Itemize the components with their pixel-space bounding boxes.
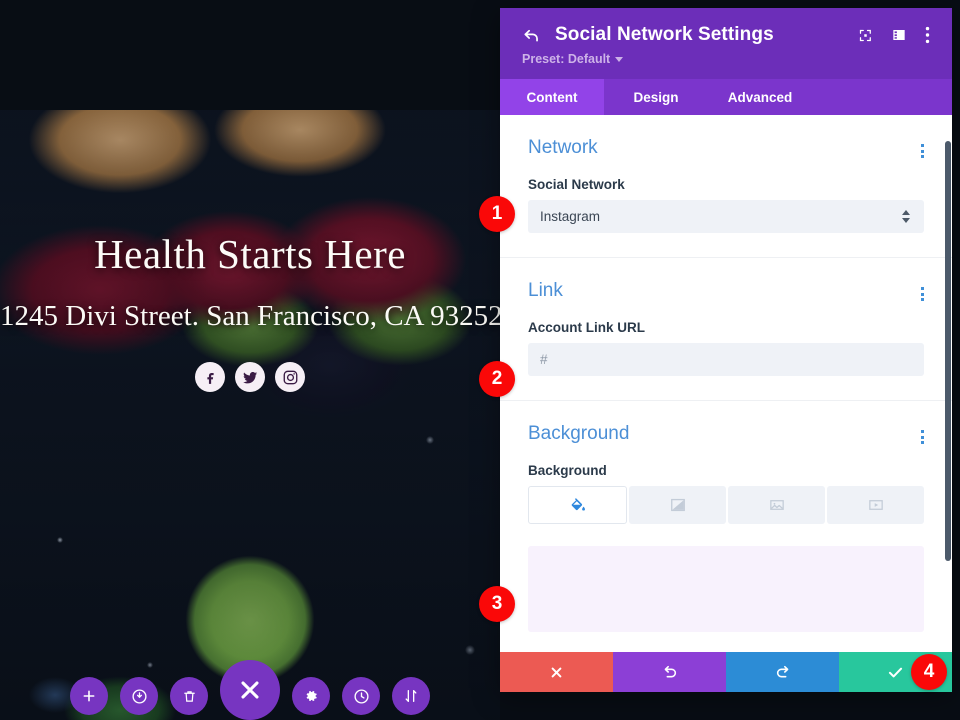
back-arrow-icon[interactable] bbox=[522, 26, 541, 45]
close-icon bbox=[551, 667, 562, 677]
kebab-menu-icon[interactable] bbox=[925, 26, 930, 44]
divi-toolbar-history-button[interactable] bbox=[342, 677, 380, 715]
settings-modal: Social Network Settings Preset: Default … bbox=[500, 8, 952, 692]
section-title-link: Link bbox=[528, 280, 563, 301]
section-background: Background Background bbox=[500, 401, 952, 652]
account-link-url-input[interactable]: # bbox=[528, 343, 924, 376]
section-network: Network Social Network Instagram bbox=[500, 115, 952, 258]
chevron-down-icon bbox=[615, 56, 624, 62]
section-kebab-icon-network[interactable] bbox=[921, 137, 924, 158]
section-kebab-icon-link[interactable] bbox=[921, 280, 924, 301]
check-icon bbox=[888, 667, 903, 677]
callout-badge-4: 4 bbox=[911, 654, 947, 690]
social-icon-instagram[interactable] bbox=[275, 362, 305, 392]
power-icon bbox=[131, 688, 147, 704]
page-title: Health Starts Here bbox=[94, 231, 406, 277]
modal-header: Social Network Settings Preset: Default bbox=[500, 8, 952, 79]
modal-header-icons bbox=[858, 26, 930, 44]
screen: Health Starts Here 1245 Divi Street. San… bbox=[0, 0, 960, 720]
scrollbar-thumb[interactable] bbox=[945, 141, 951, 561]
paint-bucket-icon bbox=[571, 498, 585, 511]
divi-builder-toolbar bbox=[0, 658, 500, 720]
social-follow-row bbox=[0, 362, 500, 392]
hero-section: Health Starts Here 1245 Divi Street. San… bbox=[0, 110, 500, 720]
preset-selector[interactable]: Preset: Default bbox=[522, 52, 624, 66]
label-social-network: Social Network bbox=[528, 177, 625, 192]
twitter-icon bbox=[243, 371, 258, 384]
background-tab-gradient[interactable] bbox=[629, 486, 726, 524]
sort-icon bbox=[405, 690, 417, 702]
tab-content[interactable]: Content bbox=[500, 79, 604, 115]
gradient-icon bbox=[670, 498, 685, 512]
background-tab-color[interactable] bbox=[528, 486, 627, 524]
background-tab-video[interactable] bbox=[827, 486, 924, 524]
hero-text-block: Health Starts Here 1245 Divi Street. San… bbox=[0, 230, 500, 392]
tab-design[interactable]: Design bbox=[604, 79, 708, 115]
modal-tabs: Content Design Advanced bbox=[500, 79, 952, 115]
section-link: Link Account Link URL # bbox=[500, 258, 952, 401]
divi-toolbar-power-button[interactable] bbox=[120, 677, 158, 715]
gear-icon bbox=[306, 690, 317, 702]
background-tab-image[interactable] bbox=[728, 486, 825, 524]
facebook-icon bbox=[206, 372, 214, 384]
undo-button[interactable] bbox=[613, 652, 726, 692]
plus-icon bbox=[83, 690, 95, 702]
section-kebab-icon-background[interactable] bbox=[921, 423, 924, 444]
discard-changes-button[interactable] bbox=[500, 652, 613, 692]
image-icon bbox=[769, 500, 784, 510]
background-type-tabs bbox=[528, 486, 924, 524]
panel-layout-icon[interactable] bbox=[891, 27, 907, 43]
modal-title: Social Network Settings bbox=[555, 24, 774, 45]
tab-advanced[interactable]: Advanced bbox=[708, 79, 812, 115]
expand-icon[interactable] bbox=[858, 28, 873, 43]
callout-badge-3: 3 bbox=[479, 586, 515, 622]
hero-overlay bbox=[0, 110, 500, 720]
social-icon-facebook[interactable] bbox=[195, 362, 225, 392]
modal-action-bar bbox=[500, 652, 952, 692]
social-network-select[interactable]: Instagram bbox=[528, 200, 924, 233]
history-icon bbox=[353, 688, 369, 704]
divi-toolbar-add-button[interactable] bbox=[70, 677, 108, 715]
redo-icon bbox=[776, 665, 788, 678]
modal-body: Network Social Network Instagram Link Ac… bbox=[500, 115, 952, 652]
settings-scroll-area: Network Social Network Instagram Link Ac… bbox=[500, 115, 952, 652]
select-spinner-icon bbox=[902, 210, 912, 223]
video-icon bbox=[868, 500, 883, 510]
social-icon-twitter[interactable] bbox=[235, 362, 265, 392]
preset-label: Preset: Default bbox=[522, 52, 611, 66]
callout-badge-2: 2 bbox=[479, 361, 515, 397]
settings-scrollbar[interactable] bbox=[944, 115, 952, 652]
divi-toolbar-close-button[interactable] bbox=[220, 660, 280, 720]
label-account-link-url: Account Link URL bbox=[528, 320, 645, 335]
divi-toolbar-trash-button[interactable] bbox=[170, 677, 208, 715]
section-title-background: Background bbox=[528, 423, 630, 444]
trash-icon bbox=[183, 690, 195, 702]
background-color-preview[interactable] bbox=[528, 546, 924, 632]
page-address: 1245 Divi Street. San Francisco, CA 9325… bbox=[0, 300, 500, 332]
close-icon bbox=[241, 681, 259, 699]
redo-button[interactable] bbox=[726, 652, 839, 692]
divi-toolbar-responsive-button[interactable] bbox=[392, 677, 430, 715]
label-background: Background bbox=[528, 463, 607, 478]
divi-toolbar-settings-button[interactable] bbox=[292, 677, 330, 715]
instagram-icon bbox=[283, 370, 297, 384]
callout-badge-1: 1 bbox=[479, 196, 515, 232]
social-network-value: Instagram bbox=[540, 209, 601, 224]
undo-icon bbox=[664, 665, 676, 678]
section-title-network: Network bbox=[528, 137, 598, 158]
